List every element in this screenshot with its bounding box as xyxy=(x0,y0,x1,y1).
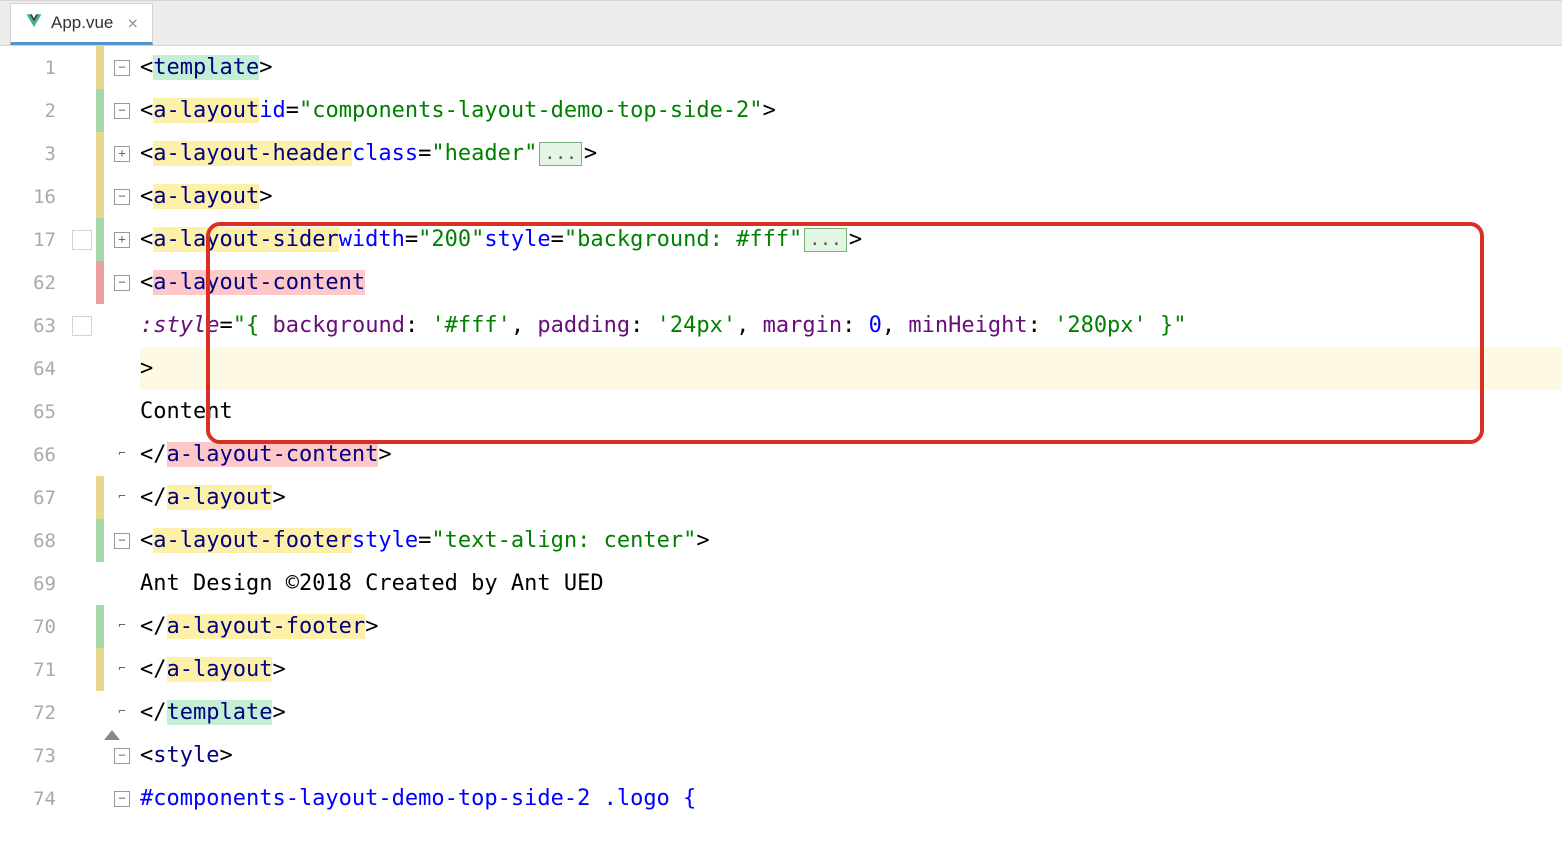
code-line[interactable]: <a-layout-sider width="200" style="backg… xyxy=(140,218,1562,261)
fold-collapse-icon[interactable]: ⌐ xyxy=(114,705,130,721)
code-line[interactable]: :style="{ background: '#fff', padding: '… xyxy=(140,304,1562,347)
code-line[interactable]: </a-layout> xyxy=(140,648,1562,691)
fold-collapse-icon[interactable]: ⌐ xyxy=(114,447,130,463)
fold-column: − − + − + − ⌐ ⌐ − ⌐ ⌐ ⌐ − − xyxy=(104,46,140,842)
change-bar xyxy=(96,46,104,842)
code-line[interactable]: #components-layout-demo-top-side-2 .logo… xyxy=(140,777,1562,820)
folded-region[interactable]: ... xyxy=(804,228,847,252)
fold-collapse-icon[interactable]: − xyxy=(114,748,130,764)
fold-collapse-icon[interactable]: − xyxy=(114,103,130,119)
close-icon[interactable]: × xyxy=(127,13,138,34)
code-line[interactable]: Content xyxy=(140,390,1562,433)
line-number: 17 xyxy=(26,229,66,251)
line-number: 73 xyxy=(26,745,66,767)
code-content[interactable]: <template> <a-layout id="components-layo… xyxy=(140,46,1562,842)
code-line[interactable]: <a-layout id="components-layout-demo-top… xyxy=(140,89,1562,132)
folded-region[interactable]: ... xyxy=(539,142,582,166)
code-line[interactable]: </template> xyxy=(140,691,1562,734)
line-number: 67 xyxy=(26,487,66,509)
line-number: 62 xyxy=(26,272,66,294)
line-number: 74 xyxy=(26,788,66,810)
line-number: 1 xyxy=(26,57,66,79)
breakpoint-slot[interactable] xyxy=(72,230,92,250)
fold-collapse-icon[interactable]: ⌐ xyxy=(114,662,130,678)
fold-collapse-icon[interactable]: − xyxy=(114,189,130,205)
vue-file-icon xyxy=(25,12,43,35)
code-line[interactable]: <template> xyxy=(140,46,1562,89)
code-line[interactable]: </a-layout-footer> xyxy=(140,605,1562,648)
line-number: 63 xyxy=(26,315,66,337)
line-number: 71 xyxy=(26,659,66,681)
line-number: 64 xyxy=(26,358,66,380)
line-number: 70 xyxy=(26,616,66,638)
code-line[interactable]: </a-layout> xyxy=(140,476,1562,519)
code-line[interactable]: <a-layout-content xyxy=(140,261,1562,304)
fold-expand-icon[interactable]: + xyxy=(114,232,130,248)
line-number: 72 xyxy=(26,702,66,724)
code-area: 1 2 3 16 17 62 63 64 65 66 67 68 69 70 7… xyxy=(0,46,1562,842)
fold-collapse-icon[interactable]: ⌐ xyxy=(114,490,130,506)
line-number: 66 xyxy=(26,444,66,466)
fold-expand-icon[interactable]: + xyxy=(114,146,130,162)
line-number: 16 xyxy=(26,186,66,208)
fold-collapse-icon[interactable]: − xyxy=(114,791,130,807)
fold-collapse-icon[interactable]: ⌐ xyxy=(114,619,130,635)
gutter[interactable]: 1 2 3 16 17 62 63 64 65 66 67 68 69 70 7… xyxy=(0,46,96,842)
caret-indicator-icon xyxy=(104,730,120,740)
editor-window: App.vue × 1 2 3 16 17 62 63 64 65 66 67 … xyxy=(0,0,1562,842)
line-number: 2 xyxy=(26,100,66,122)
fold-collapse-icon[interactable]: − xyxy=(114,275,130,291)
code-line[interactable]: Ant Design ©2018 Created by Ant UED xyxy=(140,562,1562,605)
code-line[interactable]: <a-layout-header class="header"...> xyxy=(140,132,1562,175)
fold-collapse-icon[interactable]: − xyxy=(114,533,130,549)
code-line-current[interactable]: > xyxy=(140,347,1562,390)
line-number: 65 xyxy=(26,401,66,423)
fold-collapse-icon[interactable]: − xyxy=(114,60,130,76)
breakpoint-slot[interactable] xyxy=(72,316,92,336)
line-number: 3 xyxy=(26,143,66,165)
code-line[interactable]: </a-layout-content> xyxy=(140,433,1562,476)
line-number: 69 xyxy=(26,573,66,595)
tab-bar: App.vue × xyxy=(0,0,1562,46)
tab-app-vue[interactable]: App.vue × xyxy=(10,3,153,45)
line-number: 68 xyxy=(26,530,66,552)
code-line[interactable]: <a-layout> xyxy=(140,175,1562,218)
tab-filename: App.vue xyxy=(51,13,113,33)
code-line[interactable]: <a-layout-footer style="text-align: cent… xyxy=(140,519,1562,562)
code-line[interactable]: <style> xyxy=(140,734,1562,777)
